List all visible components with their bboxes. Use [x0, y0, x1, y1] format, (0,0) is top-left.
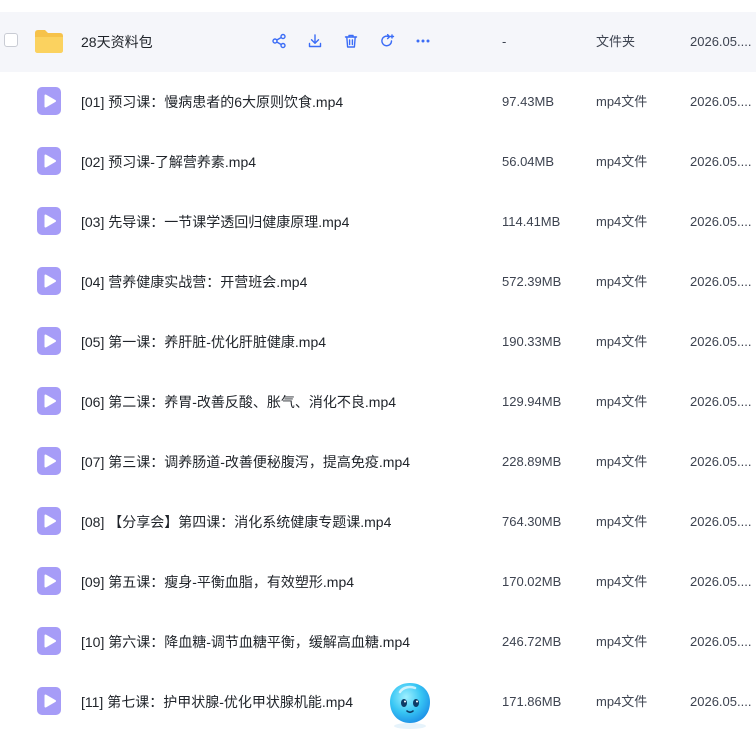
file-type: mp4文件: [596, 334, 648, 349]
file-row[interactable]: [05] 第一课：养肝脏-优化肝脏健康.mp4 190.33MB mp4文件 2…: [0, 312, 756, 372]
file-size: 97.43MB: [502, 94, 555, 109]
folder-row[interactable]: 28天资料包 - 文件夹 2026.05....: [0, 12, 756, 72]
file-type: mp4文件: [596, 574, 648, 589]
file-type: mp4文件: [596, 94, 648, 109]
file-size: 246.72MB: [502, 634, 562, 649]
file-date: 2026.05....: [690, 574, 752, 589]
video-file-icon: [34, 86, 64, 116]
file-date: 2026.05....: [690, 34, 752, 49]
file-name[interactable]: [10] 第六课：降血糖-调节血糖平衡，缓解高血糖.mp4: [81, 612, 410, 672]
file-size: -: [502, 34, 507, 49]
file-row[interactable]: [01] 预习课：慢病患者的6大原则饮食.mp4 97.43MB mp4文件 2…: [0, 72, 756, 132]
file-row[interactable]: [07] 第三课：调养肠道-改善便秘腹泻，提高免疫.mp4 228.89MB m…: [0, 432, 756, 492]
file-name[interactable]: [05] 第一课：养肝脏-优化肝脏健康.mp4: [81, 312, 326, 372]
file-type: mp4文件: [596, 634, 648, 649]
file-name[interactable]: 28天资料包: [81, 12, 153, 72]
row-checkbox[interactable]: [4, 33, 18, 47]
file-date: 2026.05....: [690, 694, 752, 709]
download-icon[interactable]: [304, 30, 326, 52]
file-size: 129.94MB: [502, 394, 562, 409]
file-type: mp4文件: [596, 274, 648, 289]
file-row[interactable]: [06] 第二课：养胃-改善反酸、胀气、消化不良.mp4 129.94MB mp…: [0, 372, 756, 432]
file-type: mp4文件: [596, 214, 648, 229]
file-row[interactable]: [02] 预习课-了解营养素.mp4 56.04MB mp4文件 2026.05…: [0, 132, 756, 192]
file-rows: [01] 预习课：慢病患者的6大原则饮食.mp4 97.43MB mp4文件 2…: [0, 72, 756, 732]
file-type: mp4文件: [596, 514, 648, 529]
file-type: mp4文件: [596, 694, 648, 709]
file-name[interactable]: [06] 第二课：养胃-改善反酸、胀气、消化不良.mp4: [81, 372, 396, 432]
folder-icon: [34, 26, 64, 56]
file-name[interactable]: [08] 【分享会】第四课：消化系统健康专题课.mp4: [81, 492, 391, 552]
file-row[interactable]: [10] 第六课：降血糖-调节血糖平衡，缓解高血糖.mp4 246.72MB m…: [0, 612, 756, 672]
file-date: 2026.05....: [690, 454, 752, 469]
file-size: 171.86MB: [502, 694, 562, 709]
video-file-icon: [34, 206, 64, 236]
file-name[interactable]: [03] 先导课：一节课学透回归健康原理.mp4: [81, 192, 349, 252]
video-file-icon: [34, 446, 64, 476]
file-date: 2026.05....: [690, 394, 752, 409]
file-size: 114.41MB: [502, 214, 561, 229]
file-type: mp4文件: [596, 154, 648, 169]
file-date: 2026.05....: [690, 334, 752, 349]
file-size: 764.30MB: [502, 514, 562, 529]
video-file-icon: [34, 386, 64, 416]
assistant-mascot-icon[interactable]: [384, 678, 436, 730]
delete-icon[interactable]: [340, 30, 362, 52]
file-date: 2026.05....: [690, 634, 752, 649]
file-row[interactable]: [08] 【分享会】第四课：消化系统健康专题课.mp4 764.30MB mp4…: [0, 492, 756, 552]
file-row[interactable]: [11] 第七课：护甲状腺-优化甲状腺机能.mp4 171.86MB mp4文件…: [0, 672, 756, 732]
file-row[interactable]: [04] 营养健康实战营：开营班会.mp4 572.39MB mp4文件 202…: [0, 252, 756, 312]
more-icon[interactable]: [412, 30, 434, 52]
file-name[interactable]: [01] 预习课：慢病患者的6大原则饮食.mp4: [81, 72, 343, 132]
video-file-icon: [34, 326, 64, 356]
file-list: 28天资料包 - 文件夹 2026.05.... [01] 预习课：慢病患者的6…: [0, 12, 756, 732]
file-date: 2026.05....: [690, 514, 752, 529]
file-name[interactable]: [11] 第七课：护甲状腺-优化甲状腺机能.mp4: [81, 672, 353, 732]
video-file-icon: [34, 266, 64, 296]
file-date: 2026.05....: [690, 154, 752, 169]
file-size: 572.39MB: [502, 274, 562, 289]
file-date: 2026.05....: [690, 214, 752, 229]
file-type: mp4文件: [596, 454, 648, 469]
file-name[interactable]: [04] 营养健康实战营：开营班会.mp4: [81, 252, 307, 312]
file-size: 56.04MB: [502, 154, 555, 169]
video-file-icon: [34, 566, 64, 596]
file-size: 190.33MB: [502, 334, 562, 349]
row-actions: [268, 30, 434, 52]
file-date: 2026.05....: [690, 274, 752, 289]
file-type: 文件夹: [596, 34, 636, 49]
file-name[interactable]: [02] 预习课-了解营养素.mp4: [81, 132, 256, 192]
file-name[interactable]: [07] 第三课：调养肠道-改善便秘腹泻，提高免疫.mp4: [81, 432, 410, 492]
video-file-icon: [34, 686, 64, 716]
video-file-icon: [34, 146, 64, 176]
file-size: 228.89MB: [502, 454, 562, 469]
file-row[interactable]: [09] 第五课：瘦身-平衡血脂，有效塑形.mp4 170.02MB mp4文件…: [0, 552, 756, 612]
file-row[interactable]: [03] 先导课：一节课学透回归健康原理.mp4 114.41MB mp4文件 …: [0, 192, 756, 252]
rename-icon[interactable]: [376, 30, 398, 52]
video-file-icon: [34, 626, 64, 656]
file-date: 2026.05....: [690, 94, 752, 109]
file-name[interactable]: [09] 第五课：瘦身-平衡血脂，有效塑形.mp4: [81, 552, 354, 612]
video-file-icon: [34, 506, 64, 536]
share-icon[interactable]: [268, 30, 290, 52]
file-type: mp4文件: [596, 394, 648, 409]
file-size: 170.02MB: [502, 574, 562, 589]
